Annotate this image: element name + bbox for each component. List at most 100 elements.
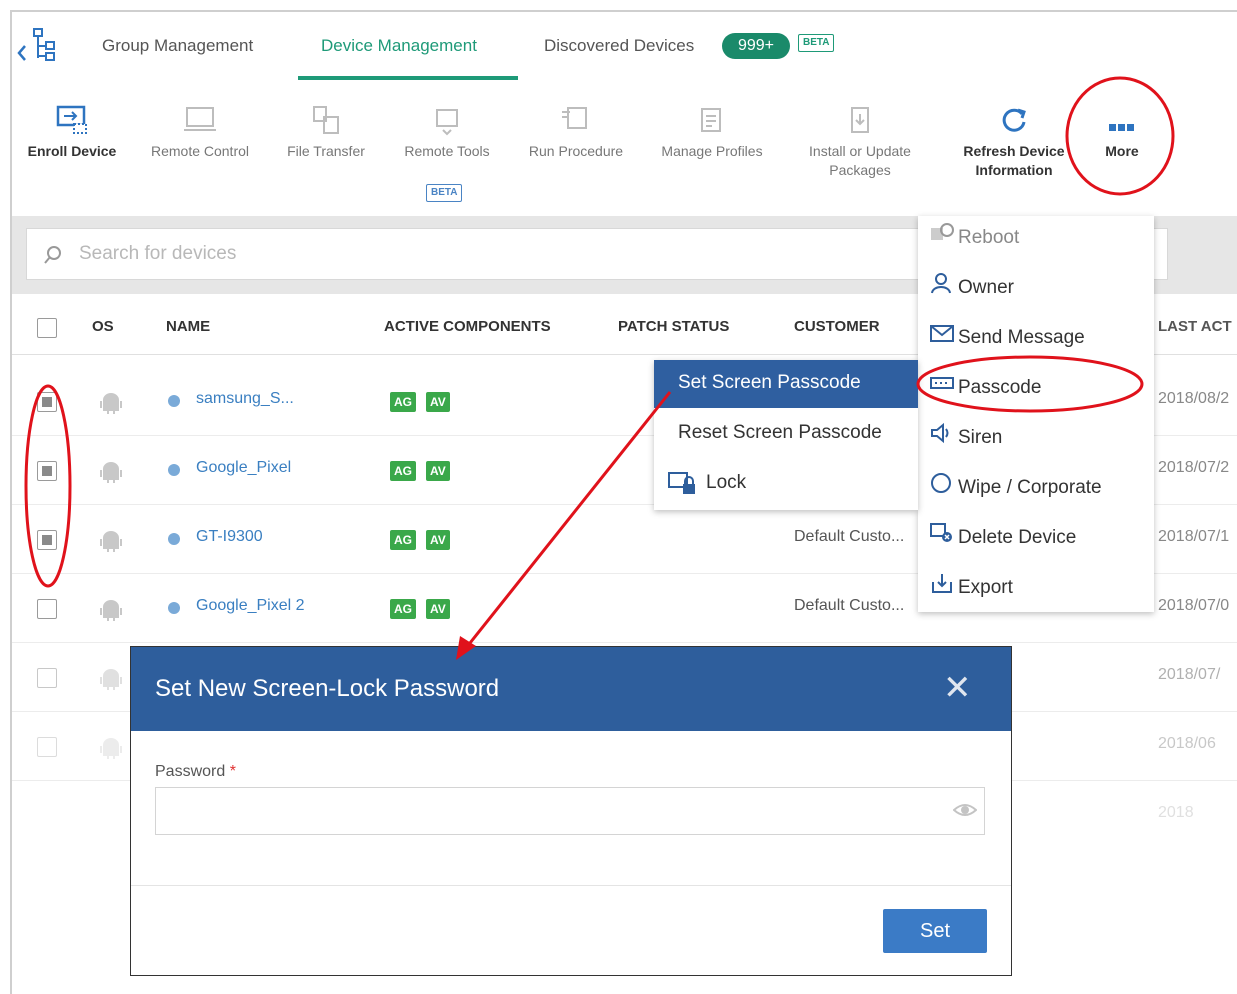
column-os[interactable]: OS: [92, 318, 114, 335]
ag-badge: AG: [390, 461, 416, 481]
av-badge: AV: [426, 599, 450, 619]
ag-badge: AG: [390, 392, 416, 412]
search-icon: [44, 246, 61, 264]
eye-icon[interactable]: [953, 800, 977, 820]
menu-item-delete-device[interactable]: Delete Device: [930, 522, 1076, 552]
row-checkbox[interactable]: [37, 599, 57, 619]
device-name-link[interactable]: Google_Pixel: [196, 459, 291, 477]
device-name-link[interactable]: GT-I9300: [196, 528, 263, 546]
more-dots-icon: [1109, 124, 1134, 131]
select-all-checkbox[interactable]: [37, 318, 57, 338]
more-dropdown-menu: Reboot Owner Send Message Passcode Siren…: [918, 216, 1154, 612]
refresh-icon: [1002, 108, 1026, 132]
av-badge: AV: [426, 530, 450, 550]
dialog-title: Set New Screen-Lock Password: [155, 675, 500, 702]
run-procedure-label: Run Procedure: [528, 143, 624, 159]
set-button[interactable]: Set: [883, 909, 987, 953]
row-checkbox[interactable]: [37, 530, 57, 550]
set-password-dialog: Set New Screen-Lock Password ✕ Password …: [130, 646, 1012, 976]
install-update-packages-button[interactable]: Install or Update Packages: [792, 104, 928, 180]
refresh-device-information-button[interactable]: Refresh Device Information: [948, 104, 1080, 180]
password-field[interactable]: [155, 787, 985, 835]
export-label: Export: [958, 577, 1013, 598]
refresh-label-line2: Information: [975, 162, 1053, 178]
siren-label: Siren: [958, 427, 1003, 448]
envelope-icon: [930, 322, 958, 354]
enroll-device-button[interactable]: Enroll Device: [20, 104, 124, 161]
remote-tools-icon: [436, 109, 458, 136]
reboot-label: Reboot: [958, 227, 1020, 248]
reset-screen-passcode-label: Reset Screen Passcode: [678, 422, 882, 443]
refresh-label-line1: Refresh Device: [963, 143, 1065, 159]
clipboard-icon: [701, 108, 721, 132]
beta-badge: BETA: [798, 34, 835, 52]
enroll-device-label: Enroll Device: [27, 143, 117, 159]
av-badge: AV: [426, 461, 450, 481]
delete-device-label: Delete Device: [958, 527, 1077, 548]
search-placeholder: Search for devices: [79, 243, 237, 264]
column-last-activity[interactable]: LAST ACT: [1158, 318, 1232, 335]
discovered-count-badge: 999+: [722, 33, 790, 59]
run-procedure-button[interactable]: Run Procedure: [516, 104, 636, 161]
monitor-icon: [184, 107, 216, 131]
reboot-icon: [930, 222, 958, 254]
send-message-label: Send Message: [958, 327, 1085, 348]
customer-name: Default Custo...: [794, 597, 905, 614]
active-tab-indicator: [298, 76, 518, 80]
menu-item-passcode[interactable]: Passcode: [930, 372, 1041, 402]
status-dot: [168, 533, 180, 545]
lock-device-icon: [668, 472, 695, 494]
remote-tools-button[interactable]: Remote Tools: [392, 104, 502, 161]
speaker-icon: [930, 422, 958, 454]
password-label-text: Password: [155, 763, 226, 780]
remote-control-button[interactable]: Remote Control: [140, 104, 260, 161]
passcode-submenu: Set Screen Passcode Reset Screen Passcod…: [654, 360, 918, 510]
row-checkbox[interactable]: [37, 737, 57, 757]
reset-screen-passcode-item[interactable]: Reset Screen Passcode: [654, 410, 918, 458]
file-transfer-icon: [313, 106, 339, 134]
manage-profiles-label: Manage Profiles: [661, 143, 763, 159]
android-icon: [100, 669, 122, 690]
manage-profiles-button[interactable]: Manage Profiles: [650, 104, 774, 161]
tab-device-management[interactable]: Device Management: [321, 36, 477, 56]
row-checkbox[interactable]: [37, 668, 57, 688]
remote-tools-beta-badge: BETA: [426, 184, 463, 202]
install-update-label-line2: Packages: [829, 162, 891, 178]
column-name[interactable]: NAME: [166, 318, 210, 335]
status-dot: [168, 464, 180, 476]
menu-item-owner[interactable]: Owner: [930, 272, 1014, 302]
android-icon: [100, 393, 122, 414]
row-checkbox[interactable]: [37, 392, 57, 412]
passcode-icon: [930, 372, 958, 404]
row-checkbox[interactable]: [37, 461, 57, 481]
close-icon[interactable]: ✕: [943, 671, 972, 705]
enroll-device-icon: [56, 105, 87, 134]
menu-item-siren[interactable]: Siren: [930, 422, 1002, 452]
more-button[interactable]: More: [1090, 104, 1154, 161]
delete-device-icon: [930, 522, 958, 554]
tab-discovered-devices[interactable]: Discovered Devices: [544, 36, 694, 56]
package-icon: [851, 107, 869, 133]
menu-item-export[interactable]: Export: [930, 572, 1013, 602]
file-transfer-button[interactable]: File Transfer: [276, 104, 376, 161]
column-active-components[interactable]: ACTIVE COMPONENTS: [384, 318, 551, 335]
android-icon: [100, 462, 122, 483]
last-activity-date: 2018/06: [1158, 735, 1216, 752]
set-screen-passcode-item[interactable]: Set Screen Passcode: [654, 360, 918, 408]
menu-item-send-message[interactable]: Send Message: [930, 322, 1085, 352]
password-label: Password *: [155, 763, 236, 781]
av-badge: AV: [426, 392, 450, 412]
back-tree-icon[interactable]: [16, 26, 58, 69]
last-activity-date: 2018/07/2: [1158, 459, 1230, 476]
device-name-link[interactable]: Google_Pixel 2: [196, 597, 305, 615]
device-name-link[interactable]: samsung_S...: [196, 390, 294, 408]
tab-group-management[interactable]: Group Management: [102, 36, 253, 56]
wipe-corporate-label: Wipe / Corporate: [958, 477, 1102, 498]
menu-item-reboot[interactable]: Reboot: [930, 222, 1019, 252]
column-patch-status[interactable]: PATCH STATUS: [618, 318, 729, 335]
column-customer[interactable]: CUSTOMER: [794, 318, 880, 335]
lock-item[interactable]: Lock: [654, 460, 918, 508]
last-activity-date: 2018/07/: [1158, 666, 1221, 683]
last-activity-date: 2018/08/2: [1158, 390, 1230, 407]
menu-item-wipe-corporate[interactable]: Wipe / Corporate: [930, 472, 1102, 502]
